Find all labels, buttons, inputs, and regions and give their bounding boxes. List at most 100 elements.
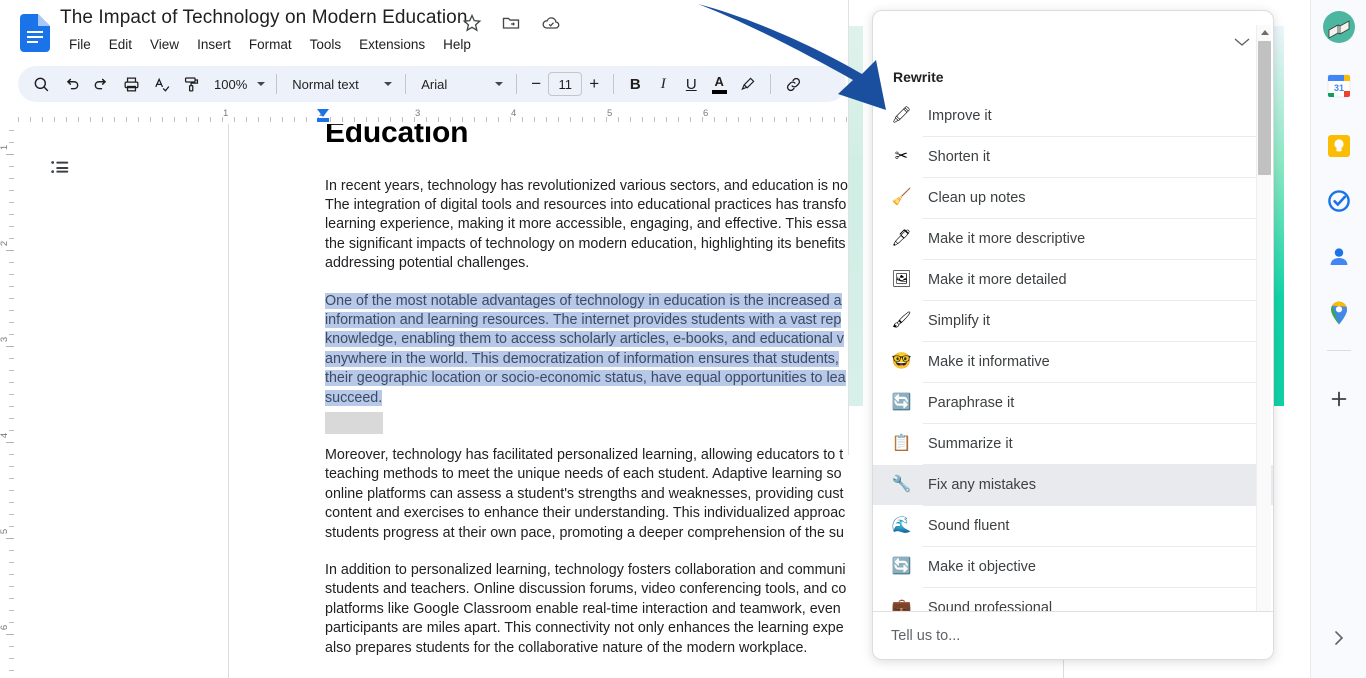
- ruler-tick: [198, 117, 199, 122]
- paragraph-style-selector[interactable]: Normal text: [284, 70, 398, 98]
- menu-extensions[interactable]: Extensions: [350, 34, 434, 55]
- scissors-icon: ✂: [891, 147, 912, 168]
- google-keep-icon[interactable]: [1323, 130, 1355, 162]
- decrease-font-size-button[interactable]: −: [524, 71, 548, 97]
- rewrite-option-make-it-objective[interactable]: 🔄Make it objective: [873, 547, 1274, 587]
- menu-help[interactable]: Help: [434, 34, 480, 55]
- rewrite-popup-menu[interactable]: Rewrite 🖍Improve it✂Shorten it🧹Clean up …: [872, 10, 1274, 660]
- rewrite-option-summarize-it[interactable]: 📋Summarize it: [873, 424, 1274, 464]
- add-ons-plus-icon[interactable]: [1323, 383, 1355, 415]
- vruler-tick: [9, 190, 14, 191]
- chevron-down-icon[interactable]: [1233, 35, 1251, 47]
- clipboard-list-icon: 📋: [891, 434, 912, 455]
- text-color-button[interactable]: A: [705, 70, 733, 98]
- ruler-tick: [558, 117, 559, 122]
- paint-format-icon[interactable]: [176, 70, 206, 98]
- document-title[interactable]: The Impact of Technology on Modern Educa…: [60, 7, 468, 29]
- menu-format[interactable]: Format: [240, 34, 301, 55]
- zoom-level-selector[interactable]: 100%: [206, 70, 269, 98]
- recycle-arrows-icon: 🔄: [891, 393, 912, 414]
- vruler-tick: [6, 442, 14, 443]
- rewrite-option-improve-it[interactable]: 🖍Improve it: [873, 96, 1274, 136]
- star-icon[interactable]: [462, 13, 482, 33]
- ruler-tick: [774, 117, 775, 122]
- ruler-tick: [402, 117, 403, 122]
- vruler-tick: [9, 238, 14, 239]
- vruler-tick: [9, 610, 14, 611]
- ruler-tick: [762, 117, 763, 122]
- rewrite-option-make-it-informative[interactable]: 🤓Make it informative: [873, 342, 1274, 382]
- cloud-saved-icon[interactable]: [540, 13, 560, 33]
- rewrite-option-label: Make it more detailed: [928, 272, 1067, 288]
- rewrite-option-label: Make it objective: [928, 559, 1036, 575]
- gemini-avatar-icon[interactable]: [1322, 10, 1356, 44]
- popup-scrollbar-thumb[interactable]: [1258, 41, 1271, 175]
- toolbar-divider: [516, 74, 517, 94]
- rewrite-option-label: Make it more descriptive: [928, 231, 1085, 247]
- print-icon[interactable]: [116, 70, 146, 98]
- google-contacts-icon[interactable]: [1323, 241, 1355, 273]
- rewrite-option-label: Simplify it: [928, 313, 990, 329]
- left-margin-marker[interactable]: [317, 118, 329, 122]
- rewrite-option-make-it-more-descriptive[interactable]: 🖊Make it more descriptive: [873, 219, 1274, 259]
- vruler-tick: [9, 286, 14, 287]
- ruler-tick: [834, 117, 835, 122]
- ruler-mark: 3: [415, 108, 420, 119]
- insert-link-icon[interactable]: [778, 70, 808, 98]
- vruler-tick: [9, 502, 14, 503]
- underline-button[interactable]: U: [677, 70, 705, 98]
- vruler-tick: [9, 418, 14, 419]
- menu-insert[interactable]: Insert: [188, 34, 240, 55]
- rewrite-option-paraphrase-it[interactable]: 🔄Paraphrase it: [873, 383, 1274, 423]
- google-maps-icon[interactable]: [1323, 297, 1355, 329]
- bold-button[interactable]: B: [621, 70, 649, 98]
- rewrite-option-clean-up-notes[interactable]: 🧹Clean up notes: [873, 178, 1274, 218]
- font-family-selector[interactable]: Arial: [413, 70, 509, 98]
- google-calendar-icon[interactable]: 31: [1323, 70, 1355, 102]
- ruler-tick: [618, 117, 619, 122]
- rewrite-option-simplify-it[interactable]: 🖌 Simplify it: [873, 301, 1274, 341]
- rewrite-option-make-it-more-detailed[interactable]: 🖼Make it more detailed: [873, 260, 1274, 300]
- menu-view[interactable]: View: [141, 34, 188, 55]
- increase-font-size-button[interactable]: +: [582, 71, 606, 97]
- rewrite-option-sound-fluent[interactable]: 🌊Sound fluent: [873, 506, 1274, 546]
- toolbar-divider: [770, 74, 771, 94]
- italic-button[interactable]: I: [649, 70, 677, 98]
- ruler-tick: [378, 117, 379, 122]
- ruler-tick: [210, 117, 211, 122]
- menu-edit[interactable]: Edit: [100, 34, 141, 55]
- menu-tools[interactable]: Tools: [301, 34, 351, 55]
- ruler-tick: [510, 117, 511, 122]
- scroll-up-arrow-icon[interactable]: [1257, 25, 1272, 40]
- ruler-mark: 1: [223, 108, 228, 119]
- spellcheck-icon[interactable]: [146, 70, 176, 98]
- ruler-tick: [90, 117, 91, 122]
- rewrite-option-label: Clean up notes: [928, 190, 1026, 206]
- search-icon[interactable]: [26, 70, 56, 98]
- paint-roller-icon: 🖌: [891, 311, 912, 332]
- chevron-right-icon[interactable]: [1327, 626, 1351, 650]
- ruler-tick: [474, 117, 475, 122]
- vertical-ruler[interactable]: 1 2 3 4 5 6: [0, 124, 16, 678]
- rewrite-option-label: Fix any mistakes: [928, 477, 1036, 493]
- ruler-tick: [54, 117, 55, 122]
- popup-footer[interactable]: Tell us to...: [873, 611, 1274, 659]
- left-indent-marker[interactable]: [317, 109, 329, 117]
- menu-file[interactable]: File: [60, 34, 100, 55]
- ruler-tick: [246, 117, 247, 122]
- document-outline-icon[interactable]: [40, 148, 80, 188]
- font-size-input[interactable]: 11: [548, 72, 582, 96]
- rewrite-options-list[interactable]: 🖍Improve it✂Shorten it🧹Clean up notes🖊Ma…: [873, 96, 1274, 620]
- tell-us-to-input[interactable]: Tell us to...: [891, 628, 960, 644]
- rewrite-option-shorten-it[interactable]: ✂Shorten it: [873, 137, 1274, 177]
- rewrite-option-fix-any-mistakes[interactable]: 🔧Fix any mistakes: [873, 465, 1274, 505]
- vruler-tick: [9, 646, 14, 647]
- highlight-color-icon[interactable]: [733, 70, 763, 98]
- move-to-folder-icon[interactable]: [501, 13, 521, 33]
- google-tasks-icon[interactable]: [1323, 185, 1355, 217]
- undo-icon[interactable]: [56, 70, 86, 98]
- redo-icon[interactable]: [86, 70, 116, 98]
- popup-scrollbar[interactable]: [1256, 25, 1271, 621]
- zoom-level-value: 100%: [214, 77, 247, 92]
- ruler-tick: [174, 117, 175, 122]
